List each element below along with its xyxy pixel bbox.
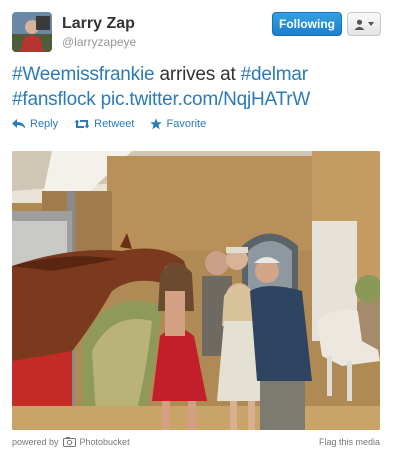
favorite-action[interactable]: Favorite [150, 118, 206, 130]
avatar[interactable] [12, 12, 52, 52]
tweet-text-segment: arrives at [154, 64, 241, 85]
tweet-photo[interactable] [12, 151, 380, 430]
powered-by: powered by Photobucket [12, 437, 130, 447]
tweet-text: #Weemissfrankie arrives at #delmar #fans… [12, 62, 382, 112]
reply-action[interactable]: Reply [12, 118, 58, 130]
flag-media-link[interactable]: Flag this media [319, 437, 380, 447]
user-actions-dropdown[interactable] [347, 12, 381, 36]
media-link[interactable]: pic.twitter.com/NqjHATrW [101, 89, 311, 110]
hashtag-link[interactable]: #Weemissfrankie [12, 64, 155, 85]
favorite-label: Favorite [166, 118, 207, 130]
photobucket-icon [62, 437, 76, 447]
retweet-label: Retweet [94, 118, 135, 130]
photobucket-link[interactable]: Photobucket [80, 437, 130, 447]
reply-icon [12, 119, 26, 129]
tweet-actions: Reply Retweet Favorite [12, 118, 206, 130]
user-name[interactable]: Larry Zap [62, 15, 135, 33]
reply-label: Reply [30, 118, 59, 130]
hashtag-link[interactable]: #fansflock [12, 89, 96, 110]
tweet-card: Larry Zap @larryzapeye Following #Weemis… [0, 0, 395, 456]
following-button[interactable]: Following [272, 12, 342, 36]
chevron-down-icon [368, 22, 374, 26]
user-icon [354, 19, 365, 30]
retweet-icon [74, 119, 90, 129]
powered-by-label: powered by [12, 437, 59, 447]
hashtag-link[interactable]: #delmar [241, 64, 308, 85]
star-icon [150, 118, 163, 130]
user-handle[interactable]: @larryzapeye [62, 35, 136, 49]
retweet-action[interactable]: Retweet [74, 118, 134, 130]
